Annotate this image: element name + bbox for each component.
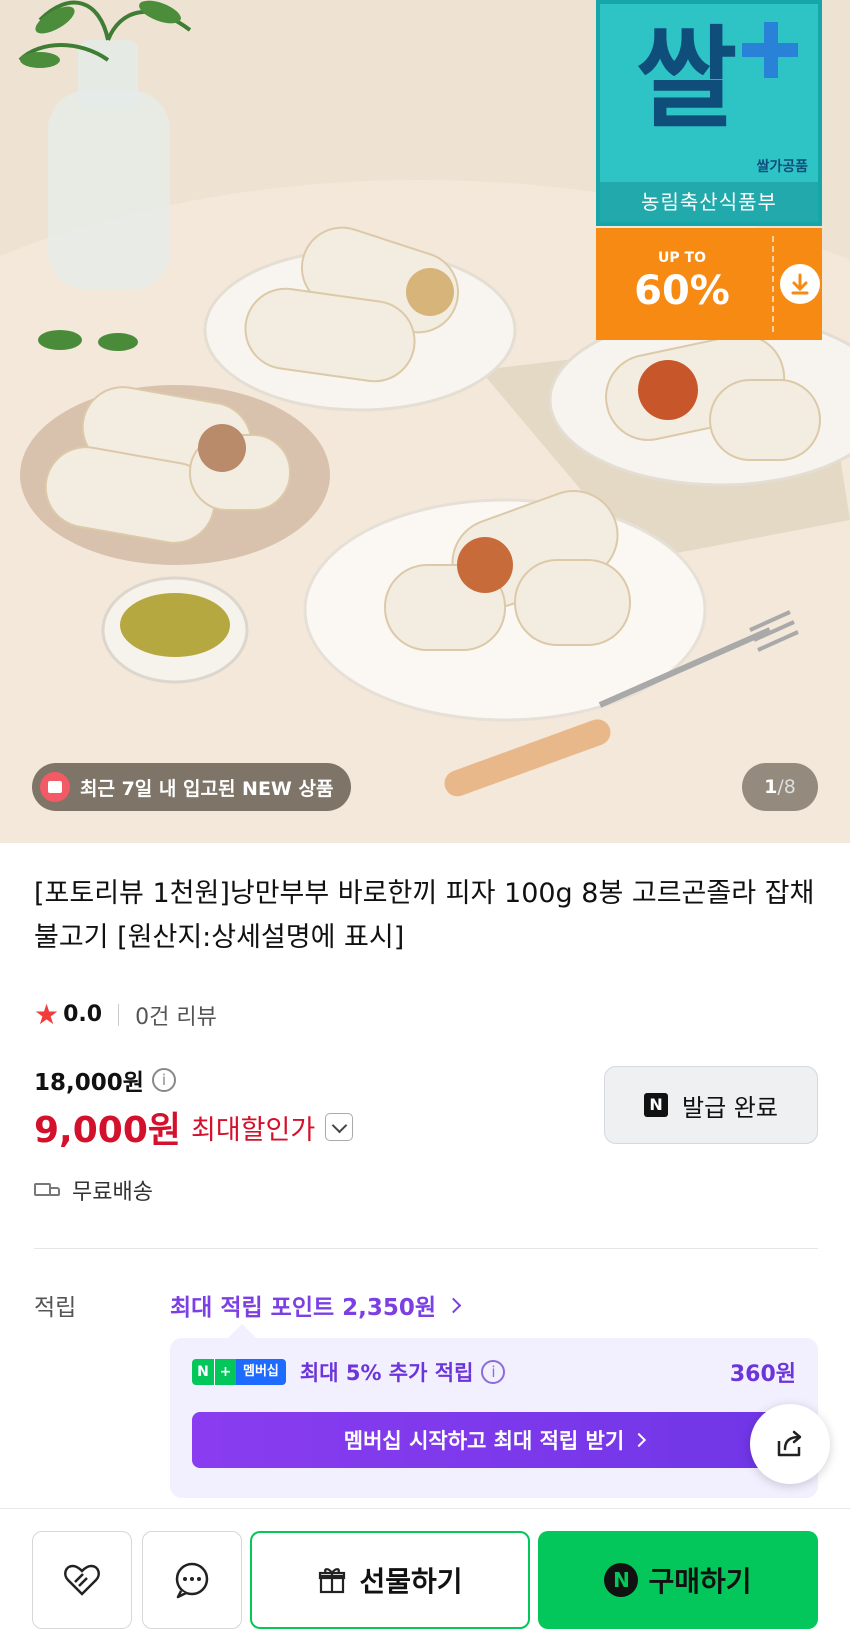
talk-button[interactable]: [142, 1531, 242, 1629]
max-points-link[interactable]: 최대 적립 포인트 2,350원: [170, 1288, 462, 1322]
new-arrival-pill: 최근 7일 내 입고된 NEW 상품: [32, 763, 352, 811]
shipping-row: 무료배송: [34, 1174, 153, 1206]
gift-icon: [319, 1568, 346, 1594]
gift-button[interactable]: 선물하기: [250, 1531, 530, 1629]
shipping-text: 무료배송: [72, 1180, 153, 1205]
buy-button-label: 구매하기: [648, 1565, 752, 1598]
rice-product-certification-badge: 쌀 쌀가공품 농림축산식품부: [596, 0, 822, 226]
heart-icon: [64, 1564, 100, 1596]
pager-current: 1: [764, 776, 778, 798]
ministry-label: 농림축산식품부: [600, 182, 818, 222]
chevron-right-icon: [632, 1432, 647, 1448]
image-pager: 1/8: [742, 763, 818, 811]
plus-icon: [742, 22, 798, 78]
sale-upto-label: UP TO: [658, 250, 706, 266]
max-discount-label: 최대할인가: [191, 1114, 316, 1146]
sale-coupon-badge[interactable]: UP TO 60%: [596, 228, 822, 340]
naver-plus-membership-badge: N + 멤버십: [192, 1359, 286, 1385]
naver-n-icon: N: [644, 1093, 669, 1117]
membership-row: N + 멤버십 최대 5% 추가 적립 i 360원: [192, 1356, 796, 1388]
info-icon[interactable]: i: [481, 1360, 506, 1384]
start-membership-button[interactable]: 멤버십 시작하고 최대 적립 받기: [192, 1412, 796, 1468]
sale-price: 9,000원: [34, 1110, 181, 1151]
buy-button[interactable]: N 구매하기: [538, 1531, 818, 1629]
share-icon: [777, 1430, 802, 1457]
bottom-action-bar: 선물하기 N 구매하기: [0, 1508, 850, 1649]
badge-membership: 멤버십: [236, 1359, 286, 1385]
product-title: [포토리뷰 1천원]낭만부부 바로한끼 피자 100g 8봉 고르곤졸라 잡채 …: [34, 878, 815, 953]
chat-bubble-icon: [175, 1562, 209, 1599]
coupon-divider: [772, 236, 774, 332]
section-divider: [34, 1248, 818, 1249]
sale-percent: 60%: [634, 268, 730, 314]
sale-price-row[interactable]: 9,000원 최대할인가: [34, 1101, 354, 1153]
new-arrival-text: 최근 7일 내 입고된 NEW 상품: [80, 777, 334, 800]
membership-box: N + 멤버십 최대 5% 추가 적립 i 360원 멤버십 시작하고 최대 적…: [170, 1338, 818, 1498]
wishlist-button[interactable]: [32, 1531, 132, 1629]
rice-logo: 쌀: [636, 15, 737, 143]
rating-score: 0.0: [63, 1002, 103, 1027]
share-button[interactable]: [750, 1404, 830, 1484]
points-label: 적립: [34, 1295, 77, 1321]
truck-icon: [34, 1181, 62, 1199]
naver-pay-icon: N: [604, 1563, 639, 1597]
product-image[interactable]: 쌀 쌀가공품 농림축산식품부 UP TO 60% 최근 7일 내 입고된 NEW…: [0, 0, 850, 843]
max-points-text: 최대 적립 포인트 2,350원: [170, 1295, 437, 1321]
rice-badge-tag: 쌀가공품: [756, 159, 808, 175]
chevron-right-icon: [445, 1297, 462, 1313]
coupon-issued-button[interactable]: N 발급 완료: [604, 1066, 818, 1144]
badge-n: N: [192, 1359, 214, 1385]
rating-row[interactable]: ★ 0.0 0건 리뷰: [34, 998, 217, 1031]
original-price: 18,000원: [34, 1070, 144, 1096]
start-membership-label: 멤버십 시작하고 최대 적립 받기: [343, 1429, 625, 1453]
review-count-link[interactable]: 0건 리뷰: [135, 999, 217, 1031]
gift-box-icon: [40, 772, 70, 802]
pager-total: 8: [783, 776, 796, 798]
chevron-down-icon[interactable]: [325, 1113, 354, 1141]
download-icon[interactable]: [780, 264, 820, 304]
gift-button-label: 선물하기: [359, 1565, 463, 1598]
coupon-button-label: 발급 완료: [682, 1093, 778, 1122]
info-icon[interactable]: i: [151, 1068, 176, 1092]
membership-extra-points-text: 최대 5% 추가 적립: [299, 1361, 474, 1385]
membership-points-amount: 360원: [729, 1362, 796, 1387]
badge-plus: +: [214, 1359, 236, 1385]
rating-divider: [118, 1003, 120, 1026]
original-price-row: 18,000원 i: [34, 1063, 176, 1097]
star-icon: ★: [34, 998, 60, 1031]
